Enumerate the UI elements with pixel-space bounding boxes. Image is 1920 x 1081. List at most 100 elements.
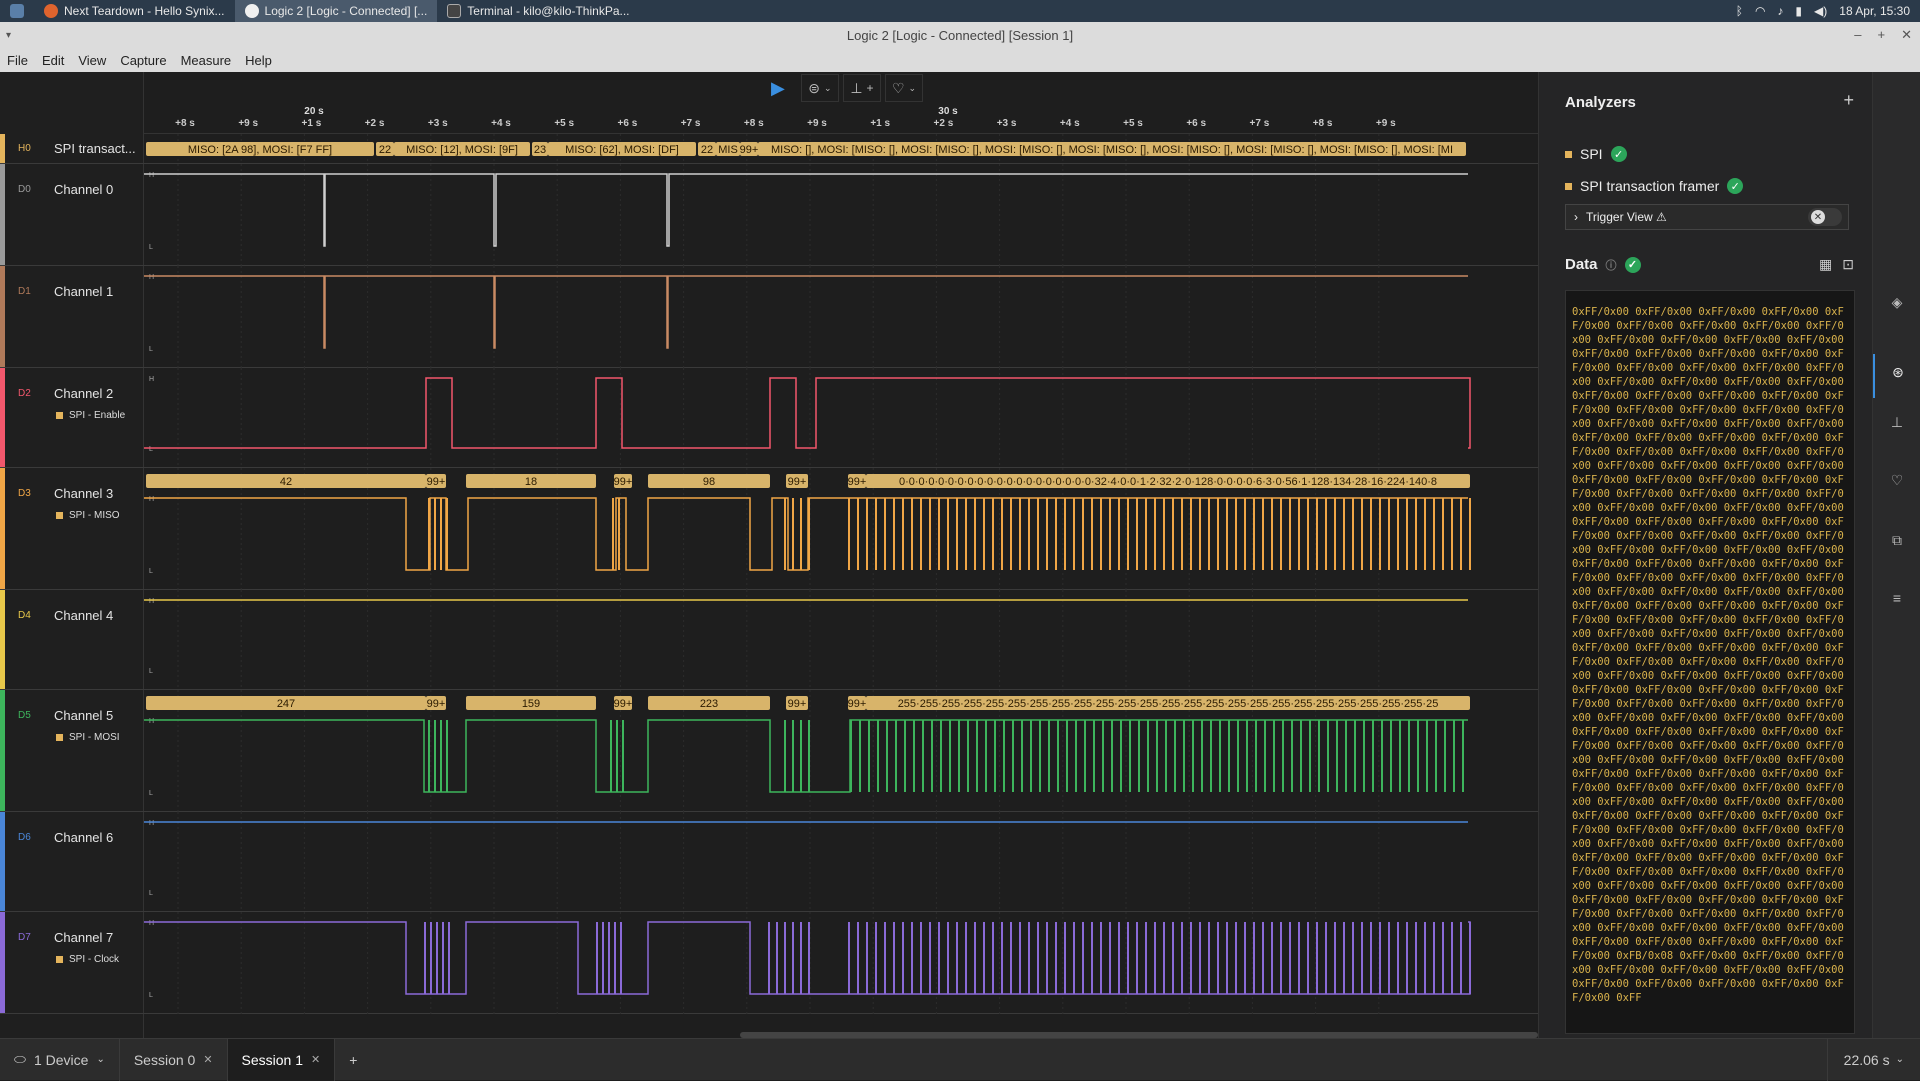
- channel-row-d4[interactable]: D4 Channel 4HL: [0, 590, 1538, 690]
- signal-pulse: [1262, 498, 1264, 570]
- signal-pulse: [1174, 720, 1176, 792]
- window-menu-icon[interactable]: ▾: [6, 30, 11, 41]
- device-settings-icon[interactable]: ◈: [1887, 294, 1907, 314]
- channel-label[interactable]: D6 Channel 6: [0, 812, 144, 911]
- tab-session-1[interactable]: Session 1 ✕: [227, 1038, 336, 1081]
- signal-pulse: [1102, 720, 1104, 792]
- add-session-button[interactable]: +: [335, 1039, 371, 1081]
- signal-pulse: [1451, 922, 1453, 994]
- start-capture-button[interactable]: ▶: [759, 74, 797, 102]
- wifi-icon[interactable]: ◠: [1755, 4, 1765, 18]
- signal-pulse: [848, 498, 850, 570]
- text-notes-icon[interactable]: ≡: [1887, 590, 1907, 610]
- menu-file[interactable]: File: [0, 53, 35, 68]
- waveform-d2[interactable]: HL: [144, 368, 1538, 468]
- waveform-d4[interactable]: HL: [144, 590, 1538, 690]
- taskbar-item-logic[interactable]: Logic 2 [Logic - Connected] [...: [234, 0, 438, 22]
- close-icon[interactable]: ✕: [311, 1053, 320, 1066]
- waveform-h0[interactable]: MISO: [2A 98], MOSI: [F7 FF] 22 MISO: [12]…: [144, 134, 1538, 164]
- analyzer-spi-transaction-framer[interactable]: SPI transaction framer ✓: [1565, 178, 1744, 194]
- channel-row-d3[interactable]: D3 Channel 3 SPI - MISO H L 42 99+ 18 99+ 98 99+ 99…: [0, 468, 1538, 590]
- capture-duration[interactable]: 22.06 s ⌄: [1826, 1038, 1920, 1081]
- help-icon[interactable]: ⓘ: [1606, 257, 1617, 273]
- signal-pulse: [866, 922, 868, 994]
- channel-label[interactable]: D3 Channel 3 SPI - MISO: [0, 468, 144, 589]
- channel-label[interactable]: D2 Channel 2 SPI - Enable: [0, 368, 144, 467]
- channel-label[interactable]: D1 Channel 1: [0, 266, 144, 367]
- signal-pulse: [1073, 922, 1075, 994]
- timing-markers-icon[interactable]: ⊥: [1887, 414, 1907, 434]
- time-ruler[interactable]: +8 s +9 s +1 s +2 s +3 s +4 s +5 s +6 s +7 s +8 s…: [144, 104, 1538, 134]
- waveform-d3[interactable]: H L 42 99+ 18 99+ 98 99+ 99+ 0·0·0·0·0·0·0·0·0·0·…: [144, 468, 1538, 590]
- trigger-view-toggle[interactable]: ✕: [1808, 208, 1842, 226]
- add-analyzer-button[interactable]: +: [1843, 90, 1854, 111]
- channel-label[interactable]: D7 Channel 7 SPI - Clock: [0, 912, 144, 1013]
- data-terminal[interactable]: 0xFF/0x00 0xFF/0x00 0xFF/0x00 0xFF/0x00 …: [1565, 290, 1855, 1034]
- signal-pulse: [1199, 498, 1201, 570]
- maximize-icon[interactable]: +: [1878, 27, 1886, 43]
- notes-icon[interactable]: ♡: [1887, 472, 1907, 492]
- signal-pulse: [1325, 922, 1327, 994]
- signal-pulse: [1091, 922, 1093, 994]
- trigger-view-row[interactable]: › Trigger View ⚠ ✕: [1565, 204, 1849, 230]
- signal-pulse: [1064, 498, 1066, 570]
- channel-row-d2[interactable]: D2 Channel 2 SPI - Enable H L: [0, 368, 1538, 468]
- clock[interactable]: 18 Apr, 15:30: [1839, 4, 1910, 18]
- signal-pulse: [1316, 922, 1318, 994]
- channel-name: Channel 5: [54, 708, 114, 723]
- analyzers-rail-icon[interactable]: ⊛: [1873, 354, 1920, 398]
- signal-pulse: [1003, 720, 1005, 792]
- signal-pulse: [929, 922, 931, 994]
- waveform-d0[interactable]: HL: [144, 164, 1538, 266]
- waveform-d5[interactable]: H L 247 99+ 159 99+ 223 99+ 99+ 255·255·255·255·2…: [144, 690, 1538, 812]
- menu-help[interactable]: Help: [238, 53, 279, 68]
- trigger-button[interactable]: ⊜ ⌄: [800, 74, 839, 102]
- channel-row-d0[interactable]: D0 Channel 0HL: [0, 164, 1538, 266]
- high-marker: H: [149, 496, 154, 503]
- taskbar-item-browser[interactable]: Next Teardown - Hello Synix...: [34, 0, 235, 22]
- battery-icon[interactable]: ▮: [1795, 4, 1802, 18]
- device-selector[interactable]: ⬭ 1 Device ⌄: [0, 1038, 120, 1081]
- signal-pulse: [1226, 498, 1228, 570]
- channel-row-d6[interactable]: D6 Channel 6HL: [0, 812, 1538, 912]
- channel-row-h0[interactable]: H0 SPI transact... MISO: [2A 98], MOSI: [F…: [0, 134, 1538, 164]
- channel-row-d5[interactable]: D5 Channel 5 SPI - MOSI H L 247 99+ 159 99+ 223 99…: [0, 690, 1538, 812]
- signal-pulse: [1262, 922, 1264, 994]
- bell-icon[interactable]: ♪: [1777, 4, 1783, 18]
- signal-pulse: [1345, 720, 1347, 792]
- minimize-icon[interactable]: –: [1854, 27, 1861, 43]
- start-menu-icon[interactable]: [0, 0, 34, 22]
- menu-view[interactable]: View: [71, 53, 113, 68]
- waveform-d7[interactable]: HL: [144, 912, 1538, 1014]
- channel-label[interactable]: D0 Channel 0: [0, 164, 144, 265]
- channel-label[interactable]: D5 Channel 5 SPI - MOSI: [0, 690, 144, 811]
- ruler-tick: +5 s: [554, 118, 575, 129]
- signal-pulse: [1388, 498, 1390, 570]
- menu-measure[interactable]: Measure: [174, 53, 239, 68]
- channel-label[interactable]: D4 Channel 4: [0, 590, 144, 689]
- signal-pulse: [938, 498, 940, 570]
- volume-icon[interactable]: ◀): [1814, 4, 1827, 18]
- channel-row-d7[interactable]: D7 Channel 7 SPI - Clock H L: [0, 912, 1538, 1014]
- terminal-view-icon[interactable]: ⊡: [1842, 256, 1854, 273]
- waveform-d1[interactable]: HL: [144, 266, 1538, 368]
- menu-edit[interactable]: Edit: [35, 53, 71, 68]
- signal-pulse: [1408, 720, 1410, 792]
- marker-button[interactable]: ♡ ⌄: [884, 74, 924, 102]
- taskbar-item-terminal[interactable]: Terminal - kilo@kilo-ThinkPa...: [437, 0, 639, 22]
- close-icon[interactable]: ✕: [1901, 27, 1912, 43]
- channel-row-d1[interactable]: D1 Channel 1HL: [0, 266, 1538, 368]
- extensions-icon[interactable]: ⧉: [1887, 532, 1907, 552]
- measure-button[interactable]: ⊥ +: [842, 74, 881, 102]
- ruler-major-label: 30 s: [938, 106, 958, 117]
- close-icon[interactable]: ✕: [203, 1053, 212, 1066]
- bluetooth-icon[interactable]: ᛒ: [1736, 4, 1743, 18]
- menu-capture[interactable]: Capture: [113, 53, 173, 68]
- table-view-icon[interactable]: ▦: [1819, 256, 1832, 273]
- signal-pulse: [1190, 922, 1192, 994]
- signal-pulse: [800, 922, 802, 994]
- tab-session-0[interactable]: Session 0 ✕: [120, 1038, 228, 1081]
- analyzer-spi[interactable]: SPI ✓: [1565, 146, 1627, 162]
- waveform-d6[interactable]: HL: [144, 812, 1538, 912]
- channel-label[interactable]: H0 SPI transact...: [0, 134, 144, 163]
